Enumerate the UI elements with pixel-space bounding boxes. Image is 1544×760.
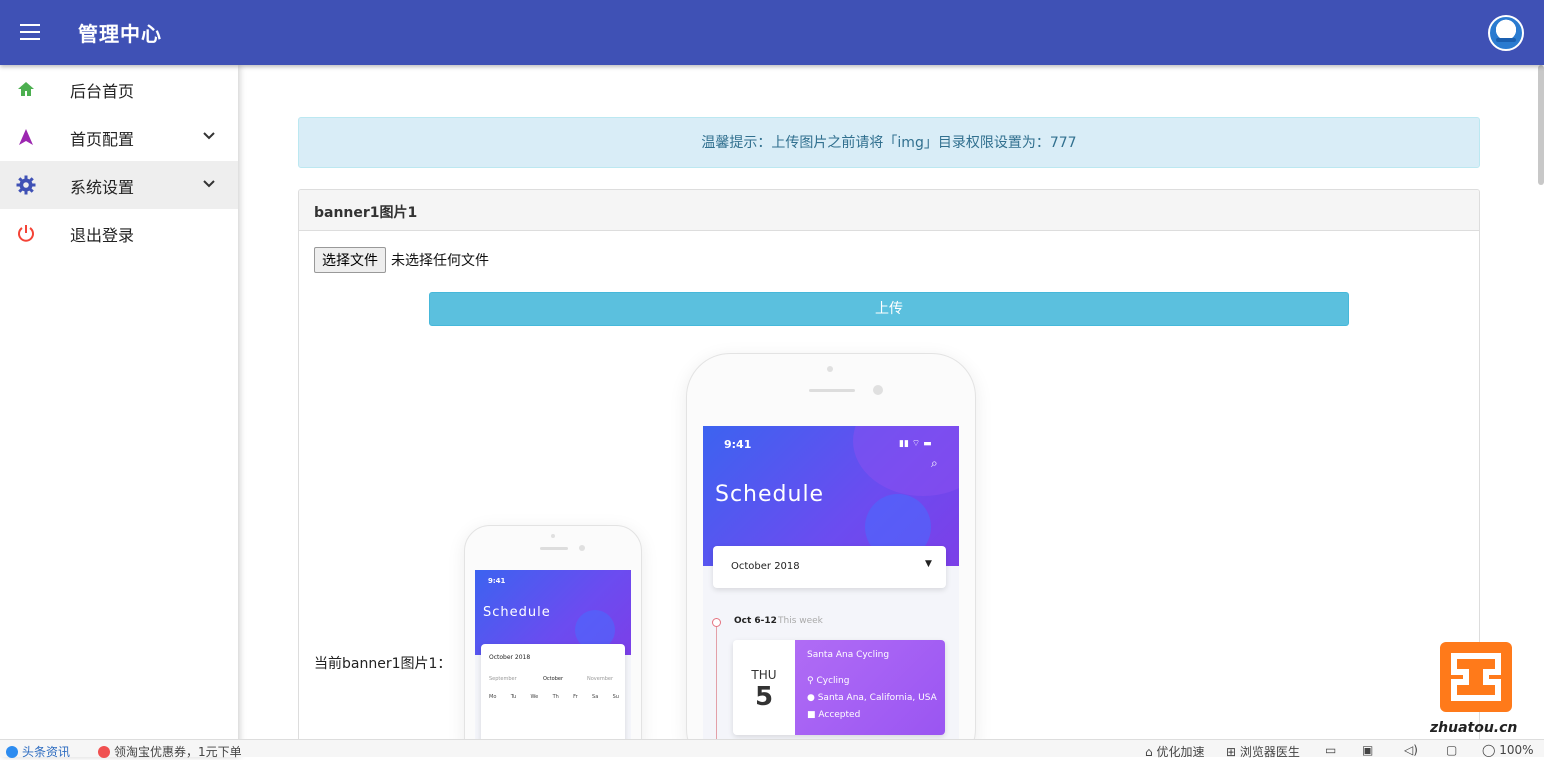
month-next: November bbox=[587, 676, 614, 682]
news-icon bbox=[6, 745, 18, 758]
sidebar-item-system-settings[interactable]: 系统设置 bbox=[0, 161, 238, 209]
coupon-link[interactable]: 领淘宝优惠券，1元下单 bbox=[98, 743, 242, 760]
upload-panel: banner1图片1 选择文件 未选择任何文件 上传 当前banner1图片1：… bbox=[298, 189, 1480, 749]
zoom-icon: ◯ bbox=[1482, 743, 1500, 757]
file-status: 未选择任何文件 bbox=[391, 253, 489, 269]
sidebar: 后台首页 首页配置 系统设置 退出登录 bbox=[0, 65, 238, 757]
watermark-logo-icon bbox=[1451, 653, 1501, 701]
month-prev: September bbox=[489, 676, 517, 682]
top-app-bar: 管理中心 bbox=[0, 0, 1544, 65]
sidebar-item-home-config[interactable]: 首页配置 bbox=[0, 113, 238, 161]
sidebar-item-logout[interactable]: 退出登录 bbox=[0, 209, 238, 257]
schedule-hero: 9:41 ▮▮ ⌔ ▬ ⌕ Schedule bbox=[703, 426, 959, 566]
search-icon: ⌕ bbox=[931, 456, 938, 470]
phone-camera bbox=[551, 534, 555, 538]
event-status: ■ Accepted bbox=[807, 710, 861, 720]
browser-doctor-button[interactable]: ⊞ 浏览器医生 bbox=[1226, 743, 1300, 760]
signal-battery-icon: ▮▮ ⌔ ▬ bbox=[899, 439, 932, 449]
banner-preview-phone-large: 9:41 ▮▮ ⌔ ▬ ⌕ Schedule October 2018 ▼ Oc… bbox=[686, 353, 976, 748]
heart-icon bbox=[98, 745, 110, 758]
phone-camera bbox=[873, 385, 883, 395]
window-icon[interactable]: ▢ bbox=[1446, 743, 1457, 757]
phone-time: 9:41 bbox=[488, 577, 506, 585]
hamburger-menu-icon[interactable] bbox=[20, 24, 40, 40]
upload-button[interactable]: 上传 bbox=[429, 292, 1349, 326]
sidebar-item-label: 首页配置 bbox=[70, 130, 135, 149]
phone-screen: 9:41 Schedule October 2018 September Oct… bbox=[475, 570, 631, 748]
choose-file-button[interactable]: 选择文件 bbox=[314, 247, 386, 273]
phone-camera bbox=[827, 366, 833, 372]
optimize-button[interactable]: ⌂ 优化加速 bbox=[1145, 743, 1204, 760]
home-icon bbox=[18, 82, 34, 96]
navigation-arrow-icon bbox=[19, 129, 33, 145]
panel-title: banner1图片1 bbox=[299, 190, 1479, 231]
info-alert: 温馨提示：上传图片之前请将「img」目录权限设置为：777 bbox=[298, 117, 1480, 168]
chevron-down-icon bbox=[203, 132, 215, 140]
watermark-logo bbox=[1440, 642, 1512, 712]
phone-screen: 9:41 ▮▮ ⌔ ▬ ⌕ Schedule October 2018 ▼ Oc… bbox=[703, 426, 959, 748]
weekday-header: Mo Tu We Th Fr Sa Su bbox=[489, 694, 619, 700]
sidebar-item-label: 退出登录 bbox=[70, 226, 135, 245]
sidebar-item-label: 系统设置 bbox=[70, 178, 135, 197]
timeline-line bbox=[716, 618, 717, 748]
schedule-title: Schedule bbox=[483, 605, 551, 620]
zoom-level[interactable]: ◯ 100% bbox=[1482, 743, 1534, 757]
event-weekday: THU bbox=[751, 668, 777, 682]
watermark-text: zhuatou.cn bbox=[1430, 720, 1518, 736]
phone-speaker bbox=[809, 389, 855, 392]
page-scrollbar[interactable] bbox=[1538, 65, 1544, 185]
sidebar-item-label: 后台首页 bbox=[70, 82, 135, 101]
browser-status-bar: 头条资讯 领淘宝优惠券，1元下单 ⌂ 优化加速 ⊞ 浏览器医生 ▭ ▣ ◁) ▢… bbox=[0, 739, 1544, 760]
phone-time: 9:41 bbox=[724, 438, 752, 451]
banner-preview-phone-small: 9:41 Schedule October 2018 September Oct… bbox=[464, 525, 642, 748]
screenshot-icon[interactable]: ▣ bbox=[1362, 743, 1373, 757]
event-title: Santa Ana Cycling bbox=[807, 650, 890, 660]
power-icon bbox=[18, 225, 34, 242]
plus-icon: ⊞ bbox=[1226, 744, 1240, 759]
app-title: 管理中心 bbox=[78, 22, 162, 46]
news-link[interactable]: 头条资讯 bbox=[6, 743, 70, 760]
current-image-label: 当前banner1图片1： bbox=[314, 656, 452, 672]
calendar-card: October 2018 September October November … bbox=[481, 644, 625, 748]
chevron-down-icon bbox=[203, 180, 215, 188]
week-range: Oct 6-12 bbox=[734, 616, 777, 626]
event-day: 5 bbox=[754, 682, 774, 712]
month-selector: October 2018 ▼ bbox=[713, 546, 946, 588]
avatar[interactable] bbox=[1488, 15, 1524, 51]
phone-camera bbox=[579, 545, 585, 551]
event-location: ● Santa Ana, California, USA bbox=[807, 693, 937, 703]
gear-icon bbox=[16, 175, 36, 195]
schedule-title: Schedule bbox=[715, 482, 825, 507]
caret-down-icon: ▼ bbox=[925, 559, 932, 569]
month-label: October 2018 bbox=[489, 654, 531, 661]
volume-icon[interactable]: ◁) bbox=[1404, 743, 1418, 757]
file-input: 选择文件 未选择任何文件 bbox=[314, 247, 489, 273]
sidebar-item-home[interactable]: 后台首页 bbox=[0, 65, 238, 113]
download-icon[interactable]: ▭ bbox=[1325, 743, 1336, 757]
event-type: ⚲ Cycling bbox=[807, 676, 850, 686]
month-label: October 2018 bbox=[731, 561, 800, 572]
timeline-dot bbox=[712, 618, 721, 627]
week-note: This week bbox=[778, 616, 823, 626]
schedule-hero: 9:41 Schedule bbox=[475, 570, 631, 655]
rocket-icon: ⌂ bbox=[1145, 744, 1157, 759]
month-current: October bbox=[543, 676, 564, 682]
event-card: THU 5 Santa Ana Cycling ⚲ Cycling ● Sant… bbox=[733, 640, 945, 735]
phone-speaker bbox=[540, 547, 568, 550]
